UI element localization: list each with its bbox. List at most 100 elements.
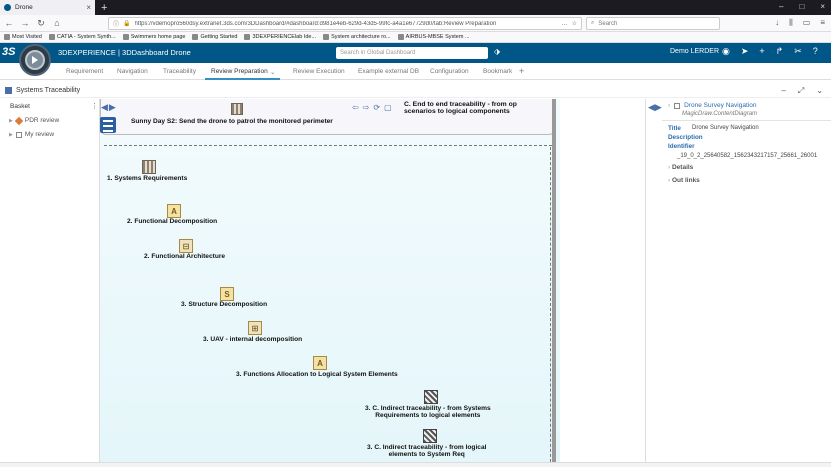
download-icon[interactable]: ↓ xyxy=(775,18,779,28)
expand-arrow-icon[interactable]: ▶ xyxy=(9,132,13,138)
bookmark-item[interactable]: AIRBUS-MBSE System ... xyxy=(397,34,470,40)
matrix-icon[interactable] xyxy=(424,390,438,404)
out-links-section[interactable]: › Out links xyxy=(668,177,700,184)
diagram-header-left[interactable]: Sunny Day S2: Send the drone to patrol t… xyxy=(131,118,333,125)
browser-tab[interactable]: Drone × xyxy=(0,0,95,15)
bookmark-item[interactable]: Swimmers home page xyxy=(122,34,185,40)
share-icon[interactable]: ↱ xyxy=(776,46,784,57)
user-name[interactable]: Demo LERDER xyxy=(670,48,719,55)
letter-a-icon[interactable]: A xyxy=(167,204,181,218)
component-icon[interactable]: ⊟ xyxy=(179,239,193,253)
matrix-icon[interactable] xyxy=(423,429,437,443)
back-arrow-icon[interactable]: ⇦ xyxy=(352,103,359,112)
tab-requirement[interactable]: Requirement xyxy=(66,68,103,75)
tab-traceability[interactable]: Traceability xyxy=(163,68,196,75)
bookmark-item[interactable]: System architecture ro... xyxy=(323,34,391,40)
properties-header[interactable]: › Drone Survey Navigation xyxy=(668,102,756,109)
tab-review-execution[interactable]: Review Execution xyxy=(293,68,345,75)
lock-icon: 🔒 xyxy=(123,21,131,27)
page-icon xyxy=(323,34,330,40)
refresh-icon[interactable]: ⟳ xyxy=(373,103,380,112)
folder-icon xyxy=(15,131,22,138)
minimize-widget-icon[interactable]: – xyxy=(781,86,785,96)
menu-icon[interactable]: ≡ xyxy=(820,18,825,28)
close-window-icon[interactable]: × xyxy=(820,2,825,11)
basket-item-my-review[interactable]: ▶ My review xyxy=(9,131,54,138)
tab-chevron-down-icon[interactable]: ⌄ xyxy=(270,68,275,76)
basket-item-label: My review xyxy=(24,131,55,138)
tag-icon[interactable]: ⬗ xyxy=(494,47,500,56)
page-icon xyxy=(397,34,404,40)
properties-nav-arrows[interactable]: ◀▶ xyxy=(648,102,662,113)
diagram-list-icon[interactable] xyxy=(100,117,116,133)
canvas-scrollbar[interactable] xyxy=(552,99,556,467)
review-icon xyxy=(14,116,24,125)
tab-bookmark[interactable]: Bookmark xyxy=(483,68,512,75)
diagram-node[interactable]: 3. Functions Allocation to Logical Syste… xyxy=(236,371,398,378)
library-icon[interactable]: ⫼ xyxy=(789,18,793,28)
diagram-node[interactable]: 2. Functional Decomposition xyxy=(127,218,217,225)
diagram-canvas[interactable] xyxy=(100,99,560,467)
diagram-nav-arrows[interactable]: ◀▶ xyxy=(101,102,117,113)
global-search-input[interactable]: Search in Global Dashboard xyxy=(336,47,488,59)
reload-icon[interactable]: ↻ xyxy=(34,18,48,29)
identifier-label: Identifier xyxy=(668,143,695,150)
forward-arrow-icon[interactable]: ⇨ xyxy=(363,103,370,112)
bookmark-item[interactable]: CATIA - System Synth... xyxy=(48,34,116,40)
status-bar xyxy=(0,462,831,467)
details-section[interactable]: › Details xyxy=(668,164,693,171)
share-tag-icon[interactable]: ➤ xyxy=(741,46,749,57)
home-icon[interactable]: ⌂ xyxy=(50,18,64,28)
expand-widget-icon[interactable]: ⤢ xyxy=(798,86,804,96)
bookmark-item[interactable]: Getting Started xyxy=(192,34,237,40)
browser-search-input[interactable]: ⌕ Search xyxy=(586,17,720,30)
tab-navigation[interactable]: Navigation xyxy=(117,68,148,75)
page-actions-icon[interactable]: … xyxy=(562,21,568,27)
user-icon[interactable]: ◉ xyxy=(722,46,730,57)
bookmark-star-icon[interactable]: ☆ xyxy=(572,20,577,27)
help-icon[interactable]: ? xyxy=(813,46,818,57)
add-tab-icon[interactable]: + xyxy=(519,66,524,76)
widget-menu-chevron-icon[interactable]: ⌄ xyxy=(816,86,823,96)
diagram-controls: ⇦ ⇨ ⟳ ▢ xyxy=(352,103,392,112)
back-icon[interactable]: ← xyxy=(2,18,16,28)
bookmark-item[interactable]: Most Visited xyxy=(4,34,42,40)
widget-controls: – ⤢ ⌄ xyxy=(781,86,823,96)
page-icon xyxy=(122,34,129,40)
bookmark-item[interactable]: 3DEXPERIENCElab Ide... xyxy=(244,34,316,40)
diagram-node[interactable]: 1. Systems Requirements xyxy=(107,175,187,182)
basket-item-pdr-review[interactable]: ▶ PDR review xyxy=(9,116,59,125)
page-icon[interactable]: ▢ xyxy=(384,103,392,112)
window-controls: – □ × xyxy=(779,2,825,11)
letter-a-icon[interactable]: A xyxy=(313,356,327,370)
diagram-header-right[interactable]: C. End to end traceability - from op scen… xyxy=(404,101,517,115)
maximize-icon[interactable]: □ xyxy=(799,2,804,11)
internal-block-icon[interactable]: ⊞ xyxy=(248,321,262,335)
info-icon[interactable]: ⓘ xyxy=(113,19,119,28)
minimize-icon[interactable]: – xyxy=(779,2,783,11)
tab-configuration[interactable]: Configuration xyxy=(430,68,469,75)
diagram-node[interactable]: 3. C. Indirect traceability - from Syste… xyxy=(365,405,491,419)
diagram-node[interactable]: 3. C. Indirect traceability - from logic… xyxy=(367,444,486,458)
letter-s-icon[interactable]: S xyxy=(220,287,234,301)
compass-icon[interactable] xyxy=(19,44,51,76)
expand-arrow-icon[interactable]: ▶ xyxy=(9,118,13,124)
grid-icon[interactable] xyxy=(142,160,156,174)
diagram-node[interactable]: 3. Structure Decomposition xyxy=(181,301,267,308)
close-tab-icon[interactable]: × xyxy=(86,3,91,12)
widget-header: Systems Traceability – ⤢ ⌄ xyxy=(0,84,831,98)
add-icon[interactable]: + xyxy=(759,46,764,57)
url-bar[interactable]: ⓘ 🔒 https://vdemopro560dsy.extranet.3ds.… xyxy=(108,17,582,30)
app-title[interactable]: 3DEXPERIENCE | 3DDashboard Drone xyxy=(58,48,191,57)
sidebar-icon[interactable]: ▭ xyxy=(803,18,811,28)
tab-example-external-db[interactable]: Example external DB xyxy=(358,68,419,75)
new-tab-button[interactable]: + xyxy=(101,2,107,14)
tools-icon[interactable]: ✂ xyxy=(794,46,802,57)
url-text: https://vdemopro560dsy.extranet.3ds.com/… xyxy=(134,20,497,27)
diagram-node[interactable]: 3. UAV - internal decomposition xyxy=(203,336,302,343)
diagram-node[interactable]: 2. Functional Architecture xyxy=(144,253,225,260)
basket-menu-icon[interactable]: ⋮ xyxy=(91,102,98,110)
collapse-icon[interactable]: › xyxy=(668,102,670,109)
forward-icon[interactable]: → xyxy=(18,18,32,28)
tab-review-preparation[interactable]: Review Preparation xyxy=(211,68,268,75)
